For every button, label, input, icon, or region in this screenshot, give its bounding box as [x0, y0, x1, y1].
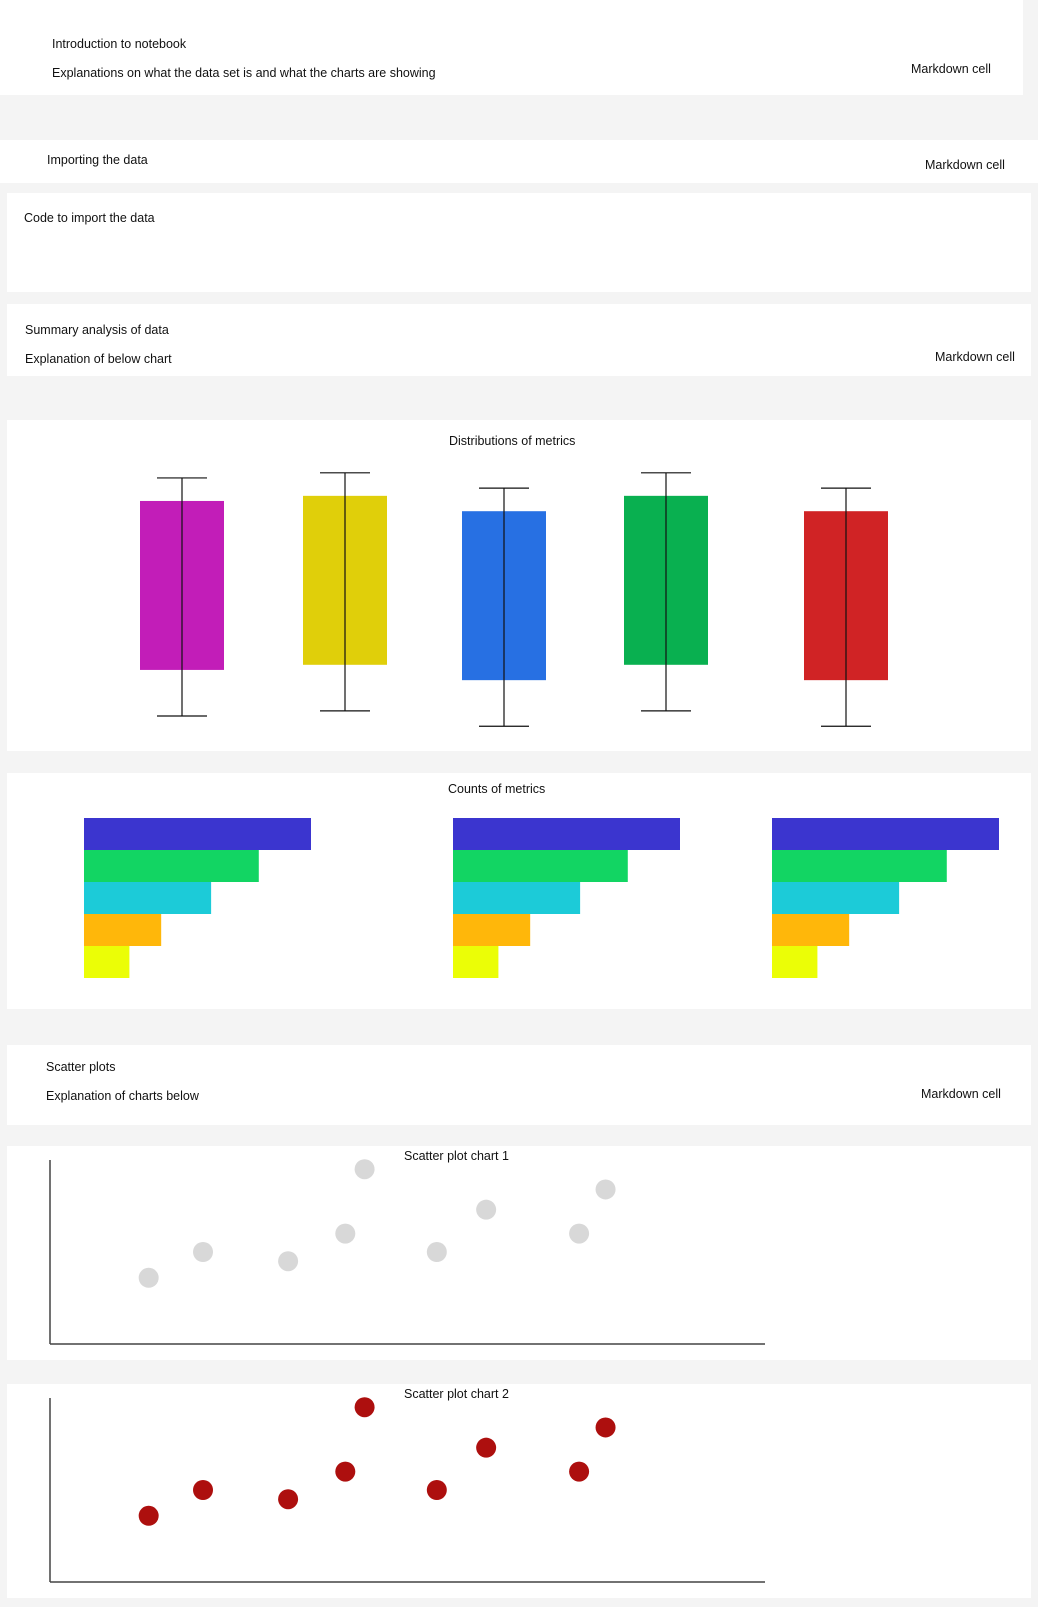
summary-markdown-cell[interactable]: Summary analysis of data Explanation of … [7, 304, 1031, 376]
intro-title: Introduction to notebook [52, 37, 187, 51]
cell-type-label: Markdown cell [911, 62, 991, 76]
scatter-2-point-2 [193, 1480, 214, 1500]
scatter-body: Explanation of charts below [46, 1089, 199, 1103]
bar-panel-2-item-3 [453, 882, 581, 914]
scatter-2-point-5 [354, 1397, 375, 1418]
intro-markdown-cell[interactable]: Introduction to notebook Explanations on… [0, 0, 1023, 95]
scatter-1-point-5 [354, 1159, 375, 1180]
summary-title: Summary analysis of data [25, 323, 169, 337]
scatter-markdown-cell[interactable]: Scatter plots Explanation of charts belo… [7, 1045, 1031, 1125]
scatter-1-point-8 [569, 1223, 590, 1244]
bar-chart-output-cell: Counts of metrics [7, 773, 1031, 1009]
scatter-1-point-9 [595, 1179, 616, 1200]
scatter-2-point-6 [426, 1480, 447, 1500]
scatter-1-point-4 [335, 1223, 356, 1244]
bar-panel-3-item-4 [772, 914, 850, 946]
bar-panel-3-item-5 [772, 946, 818, 978]
scatter-1-point-3 [278, 1251, 299, 1272]
bar-panel-1-item-5 [84, 946, 130, 978]
cell-type-label: Markdown cell [925, 158, 1005, 172]
scatter-1-point-7 [476, 1199, 497, 1220]
import-markdown-cell[interactable]: Importing the data Markdown cell [0, 140, 1038, 183]
scatter-1-point-1 [138, 1267, 159, 1288]
import-title: Importing the data [47, 153, 148, 167]
bar-panel-1-item-3 [84, 882, 212, 914]
scatter-plot-2 [49, 1397, 765, 1583]
summary-body: Explanation of below chart [25, 352, 172, 366]
scatter-title: Scatter plots [46, 1060, 116, 1074]
bar-panel-1-item-2 [84, 850, 259, 882]
box-plot-output-cell: Distributions of metrics [7, 420, 1031, 751]
cell-type-label: Markdown cell [921, 1087, 1001, 1101]
bar-panel-2-item-4 [453, 914, 531, 946]
scatter-2-point-1 [138, 1505, 159, 1526]
box-plot-chart [140, 472, 888, 727]
scatter-plot-1 [49, 1159, 765, 1345]
bar-panel-2-item-2 [453, 850, 628, 882]
bar-chart [84, 818, 999, 978]
scatter-2-output-cell: Scatter plot chart 2 [7, 1384, 1031, 1598]
bar-panel-1-item-4 [84, 914, 162, 946]
scatter-2-point-9 [595, 1417, 616, 1438]
bar-panel-3-item-2 [772, 850, 947, 882]
bar-panel-2-item-1 [453, 818, 680, 850]
import-code-cell[interactable]: Code to import the data [7, 193, 1031, 292]
intro-body: Explanations on what the data set is and… [52, 66, 436, 80]
scatter-1-point-6 [426, 1242, 447, 1262]
scatter-2-point-3 [278, 1489, 299, 1510]
scatter-2-point-4 [335, 1461, 356, 1482]
scatter-2-point-8 [569, 1461, 590, 1482]
import-code-text: Code to import the data [24, 211, 155, 225]
bar-panel-3-item-1 [772, 818, 999, 850]
scatter-2-point-7 [476, 1437, 497, 1458]
bar-panel-2-item-5 [453, 946, 499, 978]
bar-panel-3-item-3 [772, 882, 900, 914]
scatter-1-output-cell: Scatter plot chart 1 [7, 1146, 1031, 1360]
cell-type-label: Markdown cell [935, 350, 1015, 364]
bar-panel-1-item-1 [84, 818, 311, 850]
scatter-1-point-2 [193, 1242, 214, 1262]
